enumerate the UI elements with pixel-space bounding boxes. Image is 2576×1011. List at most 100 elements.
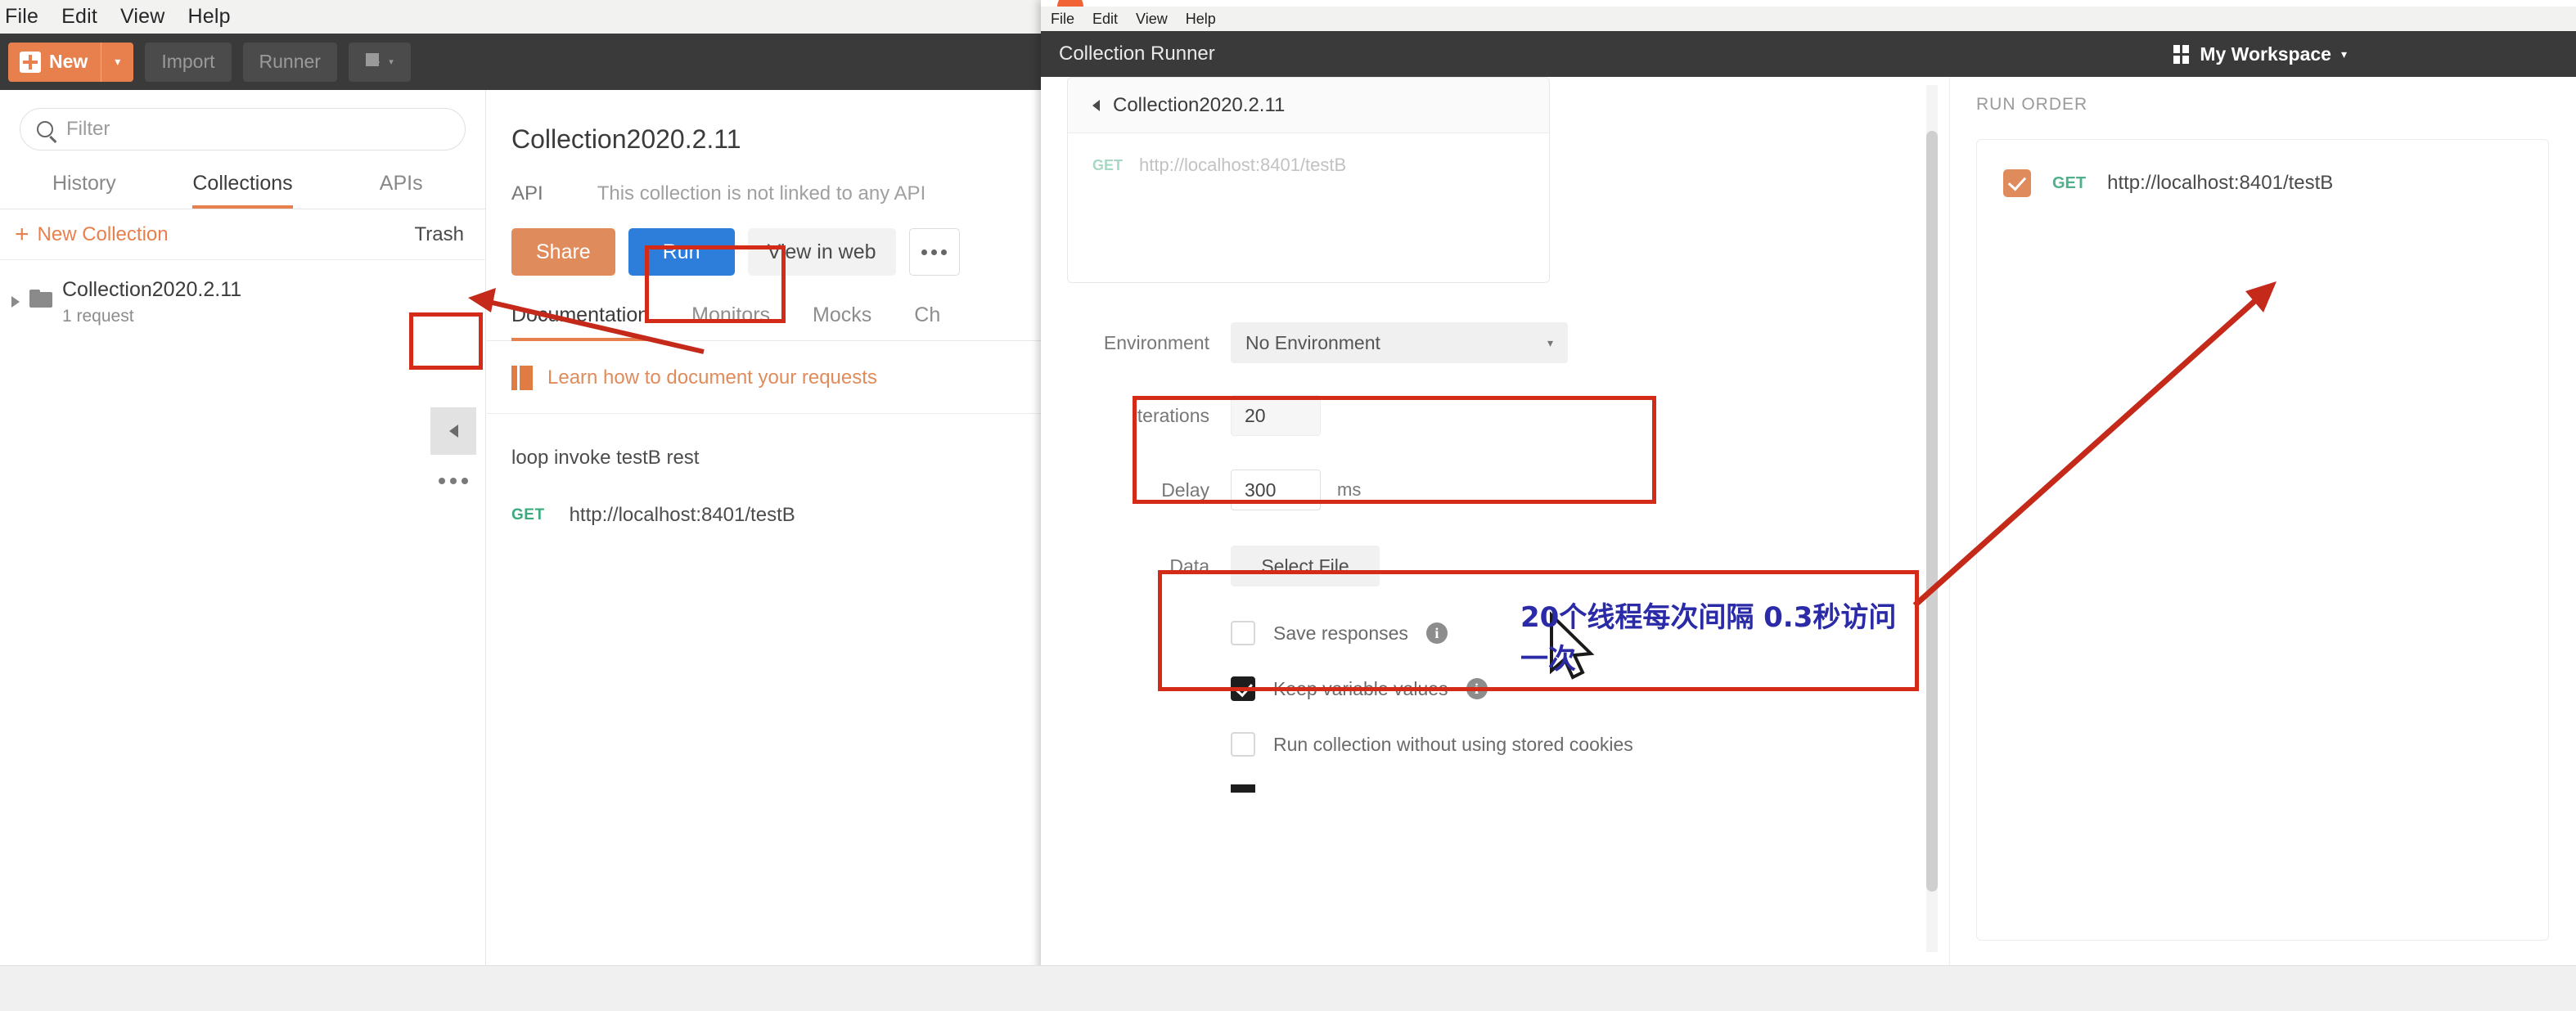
collection-action-row: Share Run View in web (487, 205, 1047, 276)
chevron-left-icon[interactable] (1092, 99, 1100, 111)
menu-item-help[interactable]: Help (1186, 11, 1216, 28)
collection-tabs: Documentation Monitors Mocks Ch (487, 303, 1047, 341)
run-order-item-checkbox[interactable] (2003, 169, 2031, 197)
run-order-title: RUN ORDER (1976, 95, 2088, 114)
documentation-hint-link[interactable]: Learn how to document your requests (547, 366, 877, 389)
tab-documentation[interactable]: Documentation (511, 303, 670, 341)
environment-row: Environment No Environment ▾ (1041, 308, 1933, 378)
partial-checkbox[interactable] (1231, 784, 1255, 793)
request-method: GET (511, 506, 545, 523)
tab-apis[interactable]: APIs (322, 159, 480, 209)
new-button-label: New (49, 51, 88, 72)
chevron-left-icon (448, 425, 458, 438)
tab-collections[interactable]: Collections (164, 159, 322, 209)
share-button[interactable]: Share (511, 228, 615, 276)
info-icon[interactable]: i (1466, 678, 1488, 699)
search-icon (37, 121, 53, 137)
dot-icon (921, 249, 928, 255)
workspace-label: My Workspace (2200, 43, 2331, 65)
keep-variable-values-checkbox[interactable] (1231, 676, 1255, 701)
run-order-item[interactable]: GET http://localhost:8401/testB (1977, 140, 2548, 197)
api-link-status: This collection is not linked to any API (597, 182, 926, 204)
info-icon[interactable]: i (1425, 622, 1448, 644)
dot-icon (931, 249, 938, 255)
folder-icon (29, 290, 52, 308)
no-stored-cookies-row[interactable]: Run collection without using stored cook… (1041, 717, 1933, 772)
menu-item-edit[interactable]: Edit (61, 5, 97, 29)
run-button[interactable]: Run (628, 228, 735, 276)
collection-request-row[interactable]: GET http://localhost:8401/testB (1068, 133, 1549, 176)
collection-actions: + New Collection Trash (0, 209, 485, 260)
view-in-web-button[interactable]: View in web (747, 228, 896, 276)
runner-form: Environment No Environment ▾ Iterations … (1041, 308, 1933, 805)
new-button[interactable]: New ▾ (8, 42, 134, 82)
new-window-icon (366, 52, 384, 71)
main-toolbar: New ▾ Import Runner ▾ (0, 34, 1047, 90)
menu-item-view[interactable]: View (120, 5, 165, 29)
dot-icon (462, 478, 468, 484)
save-responses-label: Save responses (1273, 622, 1408, 644)
request-url: http://localhost:8401/testB (569, 504, 795, 526)
page-title: Collection2020.2.11 (511, 124, 741, 154)
new-window-button[interactable]: ▾ (348, 42, 411, 82)
select-file-button[interactable]: Select File (1231, 546, 1380, 586)
chevron-right-icon[interactable] (11, 296, 20, 308)
api-link-row: API This collection is not linked to any… (487, 155, 1047, 205)
api-label: API (511, 182, 543, 204)
runner-scrollbar[interactable] (1926, 85, 1938, 952)
more-options-button[interactable] (908, 228, 960, 276)
menu-item-view[interactable]: View (1136, 11, 1168, 28)
left-sidebar: Filter History Collections APIs + New Co… (0, 90, 486, 965)
runner-config-panel: Collection2020.2.11 GET http://localhost… (1041, 77, 1938, 965)
menu-item-file[interactable]: File (1051, 11, 1074, 28)
save-responses-checkbox[interactable] (1231, 621, 1255, 645)
tab-monitors[interactable]: Monitors (691, 303, 791, 340)
environment-select[interactable]: No Environment ▾ (1231, 322, 1568, 363)
documentation-hint[interactable]: Learn how to document your requests (487, 341, 1047, 414)
filter-input-wrapper[interactable]: Filter (20, 108, 466, 151)
tab-mocks[interactable]: Mocks (813, 303, 893, 340)
plus-icon: + (15, 220, 29, 248)
filter-input[interactable]: Filter (66, 118, 110, 141)
runner-menubar: File Edit View Help (1041, 7, 2576, 31)
collection-runner-window: File Edit View Help Collection Runner My… (1041, 0, 2576, 1003)
no-stored-cookies-label: Run collection without using stored cook… (1273, 733, 1633, 755)
menu-item-file[interactable]: File (5, 5, 38, 29)
chevron-down-icon[interactable]: ▾ (101, 55, 133, 69)
data-label: Data (1169, 555, 1209, 577)
run-order-card: GET http://localhost:8401/testB (1976, 139, 2549, 941)
request-url: http://localhost:8401/testB (2107, 172, 2334, 194)
trash-button[interactable]: Trash (415, 223, 464, 246)
collection-name: Collection2020.2.11 (62, 278, 242, 301)
data-row: Data Select File (1041, 527, 1933, 605)
menu-item-help[interactable]: Help (188, 5, 231, 29)
collection-request-count: 1 request (62, 307, 134, 326)
tab-history[interactable]: History (5, 159, 164, 209)
new-collection-button[interactable]: + New Collection (15, 222, 169, 247)
dot-icon (439, 478, 445, 484)
workspace-selector[interactable]: My Workspace ▾ (2173, 43, 2347, 65)
collection-selector-header[interactable]: Collection2020.2.11 (1068, 78, 1549, 133)
keep-variable-values-row[interactable]: Keep variable values i (1041, 661, 1933, 717)
no-stored-cookies-checkbox[interactable] (1231, 732, 1255, 757)
chevron-down-icon: ▾ (1547, 335, 1553, 349)
sidebar-collapse-button[interactable] (430, 407, 476, 455)
collection-list-item[interactable]: Collection2020.2.11 1 request (0, 260, 485, 326)
documentation-request-row[interactable]: GET http://localhost:8401/testB (487, 470, 1047, 527)
chevron-down-icon[interactable]: ▾ (389, 56, 394, 67)
tab-changelog[interactable]: Ch (914, 303, 961, 340)
environment-label: Environment (1103, 331, 1209, 353)
sidebar-more-options-button[interactable] (430, 460, 476, 502)
runner-scrollbar-thumb[interactable] (1926, 131, 1938, 892)
import-button[interactable]: Import (145, 42, 232, 82)
dot-icon (450, 478, 457, 484)
new-collection-label: New Collection (37, 222, 169, 245)
selected-collection-name: Collection2020.2.11 (1113, 93, 1286, 116)
save-responses-row[interactable]: Save responses i (1041, 605, 1933, 661)
run-order-panel: RUN ORDER GET http://localhost:8401/test… (1949, 77, 2576, 965)
menu-item-edit[interactable]: Edit (1092, 11, 1118, 28)
status-bar (0, 965, 2576, 1011)
runner-button[interactable]: Runner (242, 42, 337, 82)
partially-visible-row[interactable] (1041, 772, 1933, 805)
postman-main-window: File Edit View Help New ▾ Import Runner … (0, 0, 1047, 1011)
